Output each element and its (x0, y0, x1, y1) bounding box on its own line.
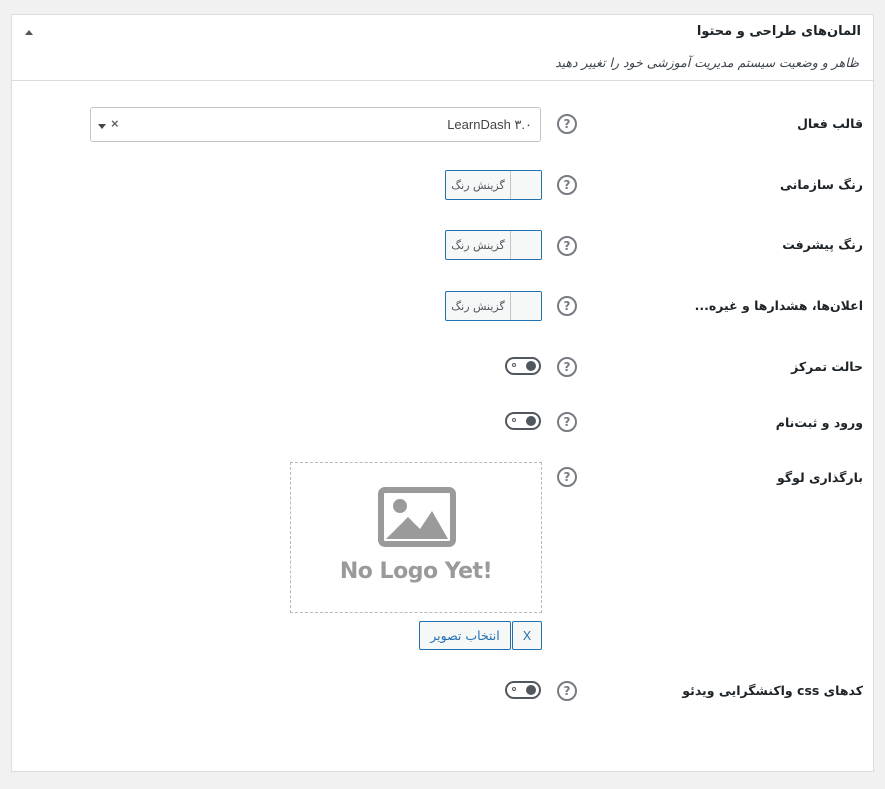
help-icon[interactable]: ? (557, 114, 577, 134)
login-register-toggle[interactable] (505, 412, 541, 430)
progress-color-picker-button[interactable]: گزینش رنگ (445, 230, 542, 260)
login-register-label: ورود و ثبت‌نام (775, 415, 863, 430)
logo-preview: No Logo Yet! (290, 462, 542, 613)
responsive-video-label: کدهای css واکنشگرایی ویدئو (682, 683, 863, 698)
color-picker-label: گزینش رنگ (451, 299, 505, 313)
help-icon[interactable]: ? (557, 681, 577, 701)
focus-mode-label: حالت تمرکز (791, 359, 863, 374)
help-icon[interactable]: ? (557, 175, 577, 195)
select-image-button[interactable]: انتخاب تصویر (419, 621, 511, 650)
org-color-label: رنگ سازمانی (780, 177, 863, 192)
color-swatch (510, 171, 541, 199)
logo-upload-label: بارگذاری لوگو (777, 470, 863, 485)
clear-selection-icon[interactable]: × (111, 116, 119, 131)
remove-logo-button[interactable]: X (512, 621, 542, 650)
notices-color-picker-button[interactable]: گزینش رنگ (445, 291, 542, 321)
image-placeholder-icon (378, 487, 456, 547)
org-color-picker-button[interactable]: گزینش رنگ (445, 170, 542, 200)
help-icon[interactable]: ? (557, 236, 577, 256)
progress-color-label: رنگ پیشرفت (782, 237, 863, 252)
focus-mode-toggle[interactable] (505, 357, 541, 375)
collapse-toggle-icon[interactable] (22, 25, 36, 39)
toggle-knob (526, 416, 536, 426)
template-selected-value: LearnDash ۳.۰ (447, 117, 532, 132)
panel-title: المان‌های طراحی و محتوا (696, 24, 861, 39)
color-picker-label: گزینش رنگ (451, 178, 505, 192)
toggle-off-indicator (512, 687, 516, 691)
no-logo-text: No Logo Yet! (339, 559, 493, 584)
help-icon[interactable]: ? (557, 467, 577, 487)
panel-header: المان‌های طراحی و محتوا ظاهر و وضعیت سیس… (12, 15, 873, 81)
template-select[interactable]: LearnDash ۳.۰ × (90, 107, 541, 142)
panel-description: ظاهر و وضعیت سیستم مدیریت آموزشی خود را … (555, 55, 859, 70)
help-icon[interactable]: ? (557, 412, 577, 432)
dropdown-arrow-icon[interactable] (98, 124, 106, 129)
help-icon[interactable]: ? (557, 357, 577, 377)
responsive-video-toggle[interactable] (505, 681, 541, 699)
notices-color-label: اعلان‌ها، هشدارها و غیره... (694, 298, 863, 313)
template-label: قالب فعال (797, 116, 863, 131)
color-swatch (510, 231, 541, 259)
color-swatch (510, 292, 541, 320)
toggle-knob (526, 685, 536, 695)
color-picker-label: گزینش رنگ (451, 238, 505, 252)
toggle-off-indicator (512, 418, 516, 422)
toggle-off-indicator (512, 363, 516, 367)
toggle-knob (526, 361, 536, 371)
help-icon[interactable]: ? (557, 296, 577, 316)
